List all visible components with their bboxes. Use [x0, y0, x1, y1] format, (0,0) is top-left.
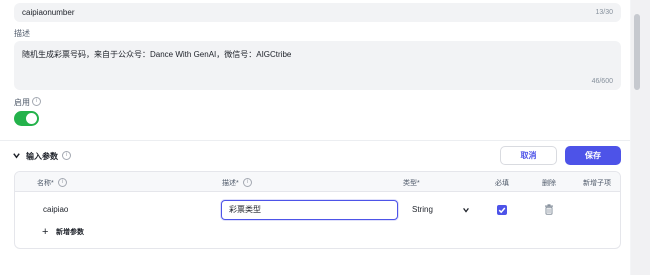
plugin-name-value: caipiaonumber	[22, 8, 75, 17]
scrollbar-thumb[interactable]	[634, 14, 640, 90]
trash-icon[interactable]	[544, 204, 554, 215]
description-value: 随机生成彩票号码，来自于公众号：Dance With GenAI，微信号：AIG…	[22, 50, 292, 59]
info-icon: i	[32, 97, 41, 106]
save-button[interactable]: 保存	[565, 146, 621, 165]
column-header-add-child: 新增子项	[583, 180, 611, 187]
chevron-down-icon	[463, 208, 469, 213]
divider	[0, 140, 630, 141]
param-type-select[interactable]: String	[404, 200, 475, 220]
enable-toggle[interactable]	[14, 111, 39, 126]
param-type-value: String	[412, 205, 433, 214]
plus-icon: +	[42, 226, 49, 238]
column-header-type: 类型*	[403, 180, 420, 187]
param-desc-input[interactable]: 彩票类型	[221, 200, 398, 220]
required-checkbox[interactable]	[497, 205, 507, 215]
info-icon: i	[62, 151, 71, 160]
info-icon: i	[243, 178, 252, 187]
info-icon: i	[58, 178, 67, 187]
column-header-desc: 描述*	[222, 180, 239, 187]
plugin-edit-panel: caipiaonumber 13/30 描述 随机生成彩票号码，来自于公众号：D…	[0, 0, 630, 275]
plugin-name-field[interactable]: caipiaonumber 13/30	[14, 3, 621, 22]
column-header-name: 名称*	[37, 180, 54, 187]
chevron-down-icon[interactable]	[12, 151, 21, 160]
description-counter: 46/600	[591, 78, 613, 85]
checkmark-icon	[498, 207, 506, 214]
enable-label: 启用	[14, 98, 30, 107]
add-param-button[interactable]: + 新增参数	[34, 224, 100, 241]
column-header-delete: 删除	[542, 180, 556, 187]
table-header: 名称* i 描述* i 类型* 必填 删除 新增子项	[15, 172, 620, 192]
toggle-knob	[26, 113, 37, 124]
plugin-name-counter: 13/30	[595, 9, 613, 16]
description-label: 描述	[14, 29, 30, 38]
params-table: 名称* i 描述* i 类型* 必填 删除 新增子项 caipiao 彩票类型 …	[14, 171, 621, 249]
add-param-label: 新增参数	[56, 229, 84, 236]
param-name-input[interactable]: caipiao	[35, 200, 212, 220]
description-textarea[interactable]: 随机生成彩票号码，来自于公众号：Dance With GenAI，微信号：AIG…	[14, 41, 621, 90]
cancel-button[interactable]: 取消	[500, 146, 557, 165]
section-title: 输入参数	[26, 152, 58, 161]
column-header-required: 必填	[495, 180, 509, 187]
